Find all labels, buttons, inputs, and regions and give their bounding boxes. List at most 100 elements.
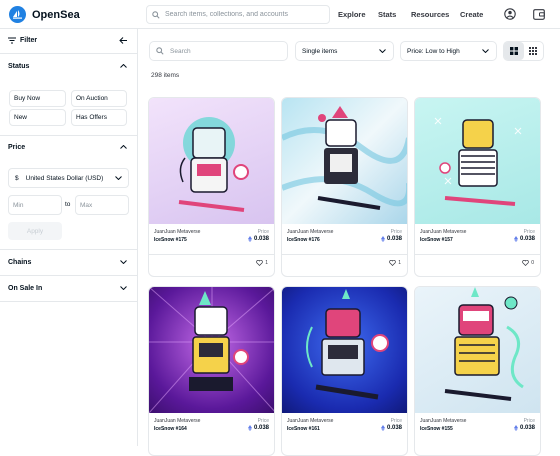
chevron-up-icon: [120, 64, 127, 68]
collection-name[interactable]: JuanJuan Metaverse: [154, 418, 200, 424]
collection-name[interactable]: JuanJuan Metaverse: [154, 229, 200, 235]
large-grid-view-button[interactable]: [504, 42, 524, 60]
nav-explore[interactable]: Explore: [338, 10, 366, 19]
nft-image: [149, 98, 274, 224]
large-grid-icon: [509, 47, 518, 55]
like-count: 1: [398, 260, 401, 266]
account-icon[interactable]: [503, 7, 517, 21]
price-section-header[interactable]: Price: [0, 141, 138, 153]
sort-select[interactable]: Price: Low to High: [400, 41, 497, 61]
nav-stats[interactable]: Stats: [378, 10, 396, 19]
status-buy-now[interactable]: Buy Now: [9, 90, 66, 107]
nft-image: [149, 287, 274, 413]
filter-icon: [8, 37, 16, 43]
brand-name: OpenSea: [32, 8, 80, 21]
results-panel: Search Single items Price: Low to High 2…: [138, 29, 560, 456]
like-button[interactable]: 0: [522, 260, 534, 266]
divider: [0, 301, 138, 302]
like-count: 0: [531, 260, 534, 266]
collection-name[interactable]: JuanJuan Metaverse: [420, 418, 466, 424]
chevron-down-icon: [120, 260, 127, 264]
item-price: 0.038: [513, 236, 535, 242]
nft-image: [415, 98, 540, 224]
price-value: 0.038: [519, 425, 535, 431]
item-name: IceSnow #157: [420, 237, 453, 243]
dollar-icon: $: [15, 174, 19, 182]
eth-icon: [380, 236, 385, 242]
eth-icon: [247, 236, 252, 242]
price-value: 0.038: [253, 236, 269, 242]
price-label: Price: [390, 229, 402, 235]
items-search-placeholder: Search: [170, 47, 191, 55]
price-label: Price: [257, 418, 269, 424]
chevron-down-icon: [115, 176, 122, 180]
currency-select[interactable]: $ United States Dollar (USD): [8, 168, 129, 188]
filter-header[interactable]: Filter: [0, 34, 138, 46]
item-price: 0.038: [513, 425, 535, 431]
like-button[interactable]: 1: [256, 260, 268, 266]
collection-name[interactable]: JuanJuan Metaverse: [287, 418, 333, 424]
nft-image: [282, 98, 407, 224]
price-value: 0.038: [519, 236, 535, 242]
price-title: Price: [8, 143, 26, 151]
eth-icon: [513, 236, 518, 242]
nft-card[interactable]: JuanJuan Metaverse IceSnow #176 Price 0.…: [281, 97, 408, 277]
price-min-input[interactable]: Min: [8, 195, 62, 215]
chevron-down-icon: [482, 49, 489, 53]
divider: [0, 249, 138, 250]
sort-value: Price: Low to High: [407, 47, 460, 55]
heart-icon: [522, 260, 530, 266]
chevron-down-icon: [379, 49, 386, 53]
divider: [0, 53, 138, 54]
chains-section-header[interactable]: Chains: [0, 256, 138, 268]
global-search[interactable]: [146, 5, 330, 24]
filter-sidebar: Filter Status Buy Now On Auction New Has…: [0, 29, 138, 446]
collection-name[interactable]: JuanJuan Metaverse: [287, 229, 333, 235]
collection-name[interactable]: JuanJuan Metaverse: [420, 229, 466, 235]
divider: [0, 275, 138, 276]
item-name: IceSnow #176: [287, 237, 320, 243]
item-name: IceSnow #164: [154, 426, 187, 432]
item-price: 0.038: [380, 425, 402, 431]
item-name: IceSnow #155: [420, 426, 453, 432]
small-grid-view-button[interactable]: [524, 42, 544, 60]
heart-icon: [389, 260, 397, 266]
nft-card[interactable]: JuanJuan Metaverse IceSnow #164 Price 0.…: [148, 286, 275, 456]
nft-card[interactable]: JuanJuan Metaverse IceSnow #157 Price 0.…: [414, 97, 541, 277]
brand-logo[interactable]: OpenSea: [9, 6, 80, 23]
price-value: 0.038: [253, 425, 269, 431]
on-sale-in-title: On Sale In: [8, 284, 43, 292]
small-grid-icon: [529, 47, 538, 55]
apply-button[interactable]: Apply: [8, 222, 62, 240]
currency-value: United States Dollar (USD): [25, 174, 104, 182]
eth-icon: [247, 425, 252, 431]
collapse-arrow-icon[interactable]: [119, 36, 127, 44]
status-on-auction[interactable]: On Auction: [71, 90, 127, 107]
on-sale-in-section-header[interactable]: On Sale In: [0, 282, 138, 294]
eth-icon: [380, 425, 385, 431]
nft-card[interactable]: JuanJuan Metaverse IceSnow #161 Price 0.…: [281, 286, 408, 456]
price-label: Price: [390, 418, 402, 424]
eth-icon: [513, 425, 518, 431]
nft-card[interactable]: JuanJuan Metaverse IceSnow #175 Price 0.…: [148, 97, 275, 277]
item-type-value: Single items: [302, 47, 338, 55]
price-label: Price: [523, 418, 535, 424]
view-toggle: [503, 41, 544, 61]
nft-image: [415, 287, 540, 413]
nav-create[interactable]: Create: [460, 10, 483, 19]
status-new[interactable]: New: [9, 109, 66, 126]
results-count: 298 items: [151, 72, 180, 79]
status-section-header[interactable]: Status: [0, 60, 138, 72]
like-button[interactable]: 1: [389, 260, 401, 266]
wallet-icon[interactable]: [532, 7, 546, 21]
item-price: 0.038: [247, 425, 269, 431]
global-search-input[interactable]: [165, 11, 325, 18]
items-search-input[interactable]: Search: [149, 41, 288, 61]
nft-card[interactable]: JuanJuan Metaverse IceSnow #155 Price 0.…: [414, 286, 541, 456]
price-max-input[interactable]: Max: [75, 195, 129, 215]
item-type-select[interactable]: Single items: [295, 41, 394, 61]
status-has-offers[interactable]: Has Offers: [71, 109, 127, 126]
item-name: IceSnow #175: [154, 237, 187, 243]
nav-resources[interactable]: Resources: [411, 10, 449, 19]
price-value: 0.038: [386, 236, 402, 242]
